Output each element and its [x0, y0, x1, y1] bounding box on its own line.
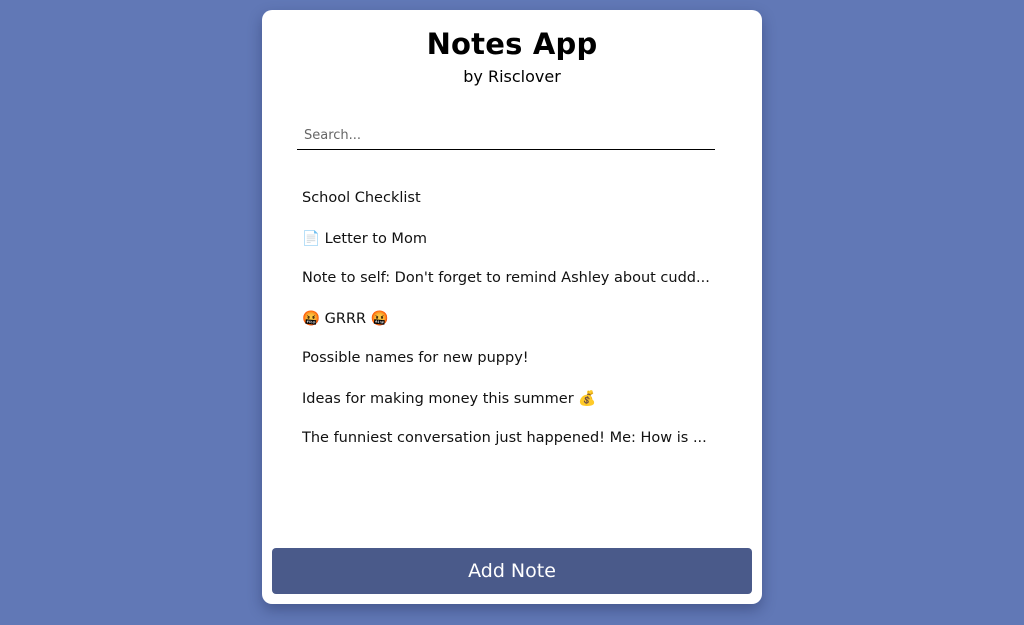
- note-item[interactable]: 📄 Letter to Mom: [302, 218, 720, 258]
- note-item[interactable]: The funniest conversation just happened!…: [302, 418, 720, 458]
- note-item[interactable]: Ideas for making money this summer 💰: [302, 378, 720, 418]
- search-input[interactable]: [297, 122, 715, 150]
- note-title: 🤬 GRRR 🤬: [302, 310, 389, 327]
- note-title: School Checklist: [302, 190, 421, 206]
- notes-list: School Checklist 📄 Letter to Mom Note to…: [302, 178, 720, 458]
- note-item[interactable]: School Checklist: [302, 178, 720, 218]
- notes-app-card: Notes App by Risclover School Checklist …: [262, 10, 762, 604]
- note-title: Ideas for making money this summer 💰: [302, 390, 597, 407]
- add-note-button[interactable]: Add Note: [272, 548, 752, 594]
- note-item[interactable]: Note to self: Don't forget to remind Ash…: [302, 258, 720, 298]
- note-title: 📄 Letter to Mom: [302, 230, 427, 247]
- note-title: Possible names for new puppy!: [302, 350, 529, 366]
- note-title: Note to self: Don't forget to remind Ash…: [302, 270, 710, 286]
- app-subtitle: by Risclover: [463, 67, 561, 86]
- note-title: The funniest conversation just happened!…: [302, 430, 707, 446]
- note-item[interactable]: 🤬 GRRR 🤬: [302, 298, 720, 338]
- app-title: Notes App: [426, 27, 598, 61]
- note-item[interactable]: Possible names for new puppy!: [302, 338, 720, 378]
